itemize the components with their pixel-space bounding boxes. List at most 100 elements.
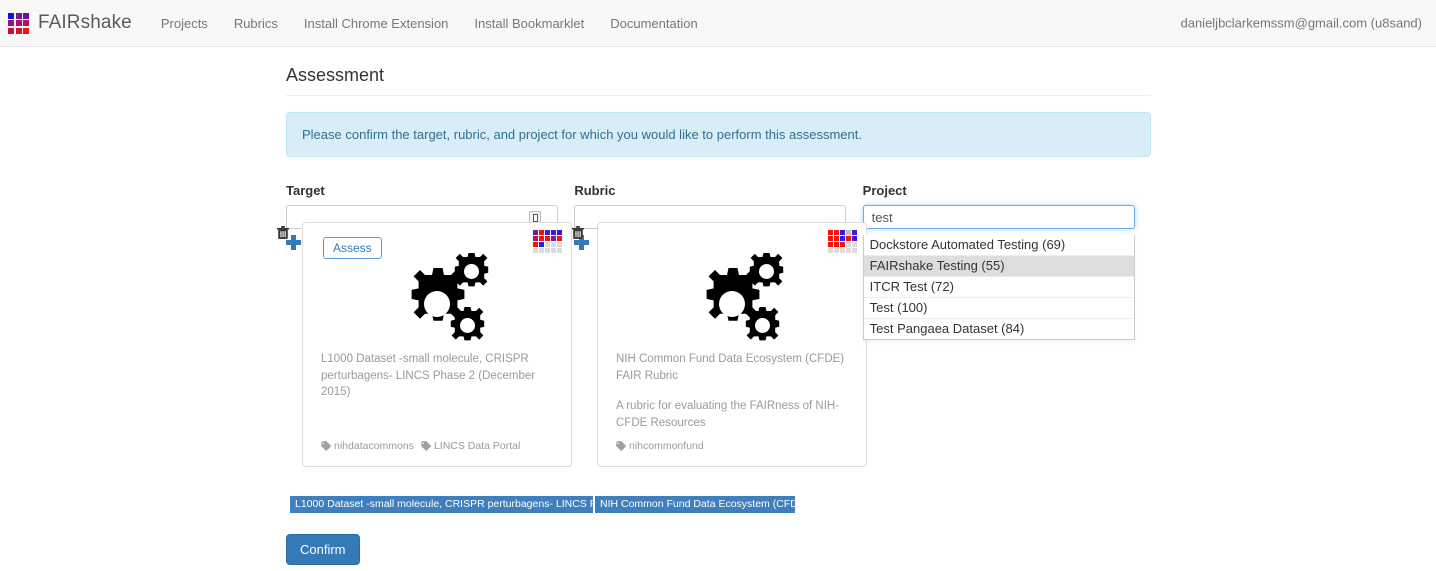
fair-insignia[interactable]: [828, 230, 857, 253]
project-dropdown-list[interactable]: Dockstore Automated Testing (69) FAIRshak…: [862, 234, 1135, 340]
logo-cell: [8, 12, 14, 19]
insignia-cell: [545, 236, 550, 241]
brand-home-link[interactable]: FAIRshake: [8, 12, 132, 34]
assessment-container: Assessment Please confirm the target, ru…: [286, 47, 1151, 340]
insignia-cell: [533, 230, 538, 235]
insignia-cell: [539, 236, 544, 241]
assess-button[interactable]: Assess: [323, 237, 382, 259]
insignia-cell: [834, 248, 839, 253]
selection-card: Assess L1000 Dataset -small molecule, CRI…: [277, 222, 581, 467]
card-tag[interactable]: nihdatacommons: [321, 440, 414, 452]
card-tag-label: nihdatacommons: [334, 440, 414, 452]
fair-insignia[interactable]: [533, 230, 562, 253]
rubric-label: Rubric: [574, 182, 616, 198]
project-option[interactable]: Test Pangaea Dataset (84): [864, 319, 1134, 339]
logo-cell: [8, 20, 14, 26]
nav-link-rubrics[interactable]: Rubrics: [221, 9, 291, 38]
insignia-cell: [834, 230, 839, 235]
breadcrumb-pill[interactable]: NIH Common Fund Data Ecosystem (CFDE) FA…: [595, 496, 795, 513]
insignia-cell: [840, 230, 845, 235]
insignia-cell: [533, 248, 538, 253]
insignia-cell: [852, 248, 857, 253]
insignia-cell: [852, 236, 857, 241]
insignia-cell: [533, 236, 538, 241]
insignia-cell: [551, 236, 556, 241]
insignia-cell: [846, 236, 851, 241]
selection-breadcrumb: L1000 Dataset -small molecule, CRISPR pe…: [290, 496, 795, 513]
card-body: NIH Common Fund Data Ecosystem (CFDE) FA…: [598, 351, 866, 432]
card-tag-list: nihcommonfund: [616, 440, 708, 452]
insignia-cell: [828, 242, 833, 247]
card-title: L1000 Dataset -small molecule, CRISPR pe…: [321, 353, 536, 399]
insignia-cell: [551, 242, 556, 247]
insignia-cell: [557, 236, 562, 241]
insignia-cell: [539, 230, 544, 235]
trash-icon[interactable]: [277, 226, 289, 240]
logo-cell: [15, 12, 22, 19]
confirm-button[interactable]: Confirm: [286, 534, 360, 565]
selection-card: NIH Common Fund Data Ecosystem (CFDE) FA…: [572, 222, 876, 467]
project-option[interactable]: FAIRshake Testing (55): [863, 255, 1134, 277]
insignia-cell: [545, 248, 550, 253]
nav-link-projects[interactable]: Projects: [148, 9, 221, 38]
card-tag-label: nihcommonfund: [629, 440, 704, 452]
insignia-cell: [840, 248, 845, 253]
card-description: A rubric for evaluating the FAIRness of …: [616, 400, 840, 430]
insignia-cell: [828, 236, 833, 241]
logo-cell: [23, 27, 29, 34]
target-label: Target: [286, 182, 325, 198]
tag-icon: [421, 441, 431, 451]
insignia-cell: [533, 242, 538, 247]
tag-icon: [321, 441, 331, 451]
project-input[interactable]: [862, 205, 1135, 230]
project-selector-group: Project Dockstore Automated Testing (69)…: [862, 182, 1151, 340]
nav-link-install-chrome-extension[interactable]: Install Chrome Extension: [291, 9, 462, 38]
primary-nav: Projects Rubrics Install Chrome Extension I…: [148, 9, 711, 38]
insignia-cell: [840, 236, 845, 241]
card-thumbnail: [598, 245, 866, 360]
insignia-cell: [846, 242, 851, 247]
insignia-cell: [551, 230, 556, 235]
logo-cell: [15, 20, 22, 26]
selection-cards-row: Assess L1000 Dataset -small molecule, CRI…: [277, 222, 876, 467]
nav-link-documentation[interactable]: Documentation: [597, 9, 710, 38]
card-tag[interactable]: nihcommonfund: [616, 440, 704, 452]
nav-link-install-bookmarklet[interactable]: Install Bookmarklet: [461, 9, 597, 38]
gears-icon: [706, 252, 783, 340]
insignia-cell: [846, 230, 851, 235]
insignia-cell: [840, 242, 845, 247]
insignia-cell: [539, 248, 544, 253]
project-label: Project: [862, 182, 907, 198]
trash-icon[interactable]: [572, 226, 584, 240]
card-thumbnail: [303, 245, 571, 360]
user-account-label[interactable]: danieljbclarkemssm@gmail.com (u8sand): [1180, 16, 1422, 31]
logo-cell: [8, 27, 14, 34]
top-navbar: FAIRshake Projects Rubrics Install Chrome …: [0, 0, 1436, 47]
insignia-cell: [828, 248, 833, 253]
gears-icon: [411, 252, 488, 340]
insignia-cell: [539, 242, 544, 247]
insignia-cell: [557, 230, 562, 235]
insignia-cell: [557, 248, 562, 253]
fairshake-logo-icon: [8, 12, 29, 34]
card-tag-label: LINCS Data Portal: [433, 440, 521, 452]
insignia-cell: [545, 230, 550, 235]
insignia-cell: [834, 242, 839, 247]
project-option[interactable]: Test (100): [863, 298, 1134, 319]
page-title: Assessment: [286, 65, 1151, 96]
insignia-cell: [834, 236, 839, 241]
info-alert: Please confirm the target, rubric, and p…: [286, 111, 1151, 157]
insignia-cell: [551, 248, 556, 253]
insignia-cell: [852, 230, 857, 235]
insignia-cell: [846, 248, 851, 253]
project-option[interactable]: Dockstore Automated Testing (69): [863, 235, 1134, 256]
card-tag[interactable]: LINCS Data Portal: [421, 440, 520, 452]
card-title: NIH Common Fund Data Ecosystem (CFDE) FA…: [616, 353, 845, 382]
insignia-cell: [557, 242, 562, 247]
insignia-cell: [828, 230, 833, 235]
tag-icon: [616, 441, 626, 451]
breadcrumb-pill[interactable]: L1000 Dataset -small molecule, CRISPR pe…: [290, 496, 593, 513]
card-panel: Assess L1000 Dataset -small molecule, CRI…: [302, 222, 572, 467]
project-option[interactable]: ITCR Test (72): [863, 277, 1134, 298]
logo-cell: [23, 20, 29, 26]
